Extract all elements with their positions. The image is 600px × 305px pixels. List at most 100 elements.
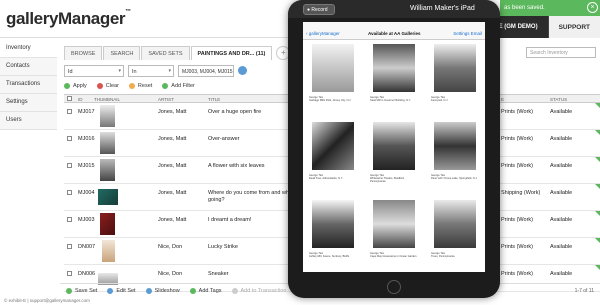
row-id: DN006 bbox=[78, 271, 96, 277]
artwork-card[interactable]: George Tice Whitestone Theatre, Bradford,… bbox=[364, 118, 424, 195]
record-button[interactable]: ● Record bbox=[303, 4, 335, 15]
artwork-thumbnail[interactable] bbox=[98, 189, 118, 205]
row-checkbox[interactable] bbox=[67, 217, 72, 222]
sidebar-item-transactions[interactable]: Transactions bbox=[0, 76, 57, 94]
slideshow-icon bbox=[145, 287, 152, 294]
row-type: Prints (Work) bbox=[501, 271, 533, 277]
app-logo[interactable]: galleryManager™ bbox=[6, 9, 131, 29]
artwork-card[interactable]: George Tice Farmyard, N.J. bbox=[425, 40, 485, 117]
add-to-transaction-button[interactable]: Add to Transaction bbox=[231, 287, 286, 294]
row-status: Available bbox=[550, 109, 573, 115]
artwork-caption: George Tice Steel Mill in Governor Buildi… bbox=[370, 96, 420, 102]
search-inventory-input[interactable]: Search Inventory bbox=[526, 47, 596, 58]
edit-set-label: Edit Set bbox=[116, 287, 136, 294]
tab-paintings-and-drawings[interactable]: PAINTINGS AND DR... (11) bbox=[190, 46, 273, 60]
artwork-card[interactable]: George Tice Dead Tree, Adirondacks, N.Y. bbox=[303, 118, 363, 195]
nav-settings-email[interactable]: Settings Email bbox=[453, 31, 482, 36]
artwork-title: Diner with T-bone Lake, Springfield, N.J… bbox=[431, 177, 478, 180]
check-icon bbox=[64, 83, 70, 89]
artwork-card[interactable]: George Tice Diner with T-bone Lake, Sprin… bbox=[425, 118, 485, 195]
artwork-thumbnail[interactable] bbox=[100, 132, 115, 154]
artwork-card[interactable]: George Tice Trees, Pennsylvania bbox=[425, 196, 485, 272]
sidebar-item-users[interactable]: Users bbox=[0, 112, 57, 130]
ios-nav-bar: ‹ galleryManager Available at AA Galleri… bbox=[303, 28, 485, 40]
logo-text: galleryManager bbox=[6, 9, 126, 28]
filter-operator-select[interactable]: In ▾ bbox=[128, 65, 174, 77]
chevron-down-icon: ▾ bbox=[118, 68, 121, 74]
artwork-caption: George Tice Ashley Mill, Keene, Sunbury, … bbox=[309, 252, 359, 258]
artwork-title: Farmyard, N.J. bbox=[431, 99, 449, 102]
col-artist[interactable]: ARTIST bbox=[158, 97, 174, 102]
pagination: 1-7 of 11 bbox=[574, 288, 594, 294]
record-label: Record bbox=[311, 7, 328, 13]
artwork-card[interactable]: George Tice Garbage Mills Park, Jersey Ci… bbox=[303, 40, 363, 117]
select-all-checkbox[interactable] bbox=[67, 96, 72, 101]
artwork-thumbnail[interactable] bbox=[100, 105, 115, 127]
col-id[interactable]: ID bbox=[78, 97, 83, 102]
reset-label: Reset bbox=[137, 83, 153, 89]
artwork-title: Steel Mill in Governor Building, N.Y. bbox=[370, 99, 411, 102]
artwork-photo bbox=[373, 44, 415, 92]
ipad-screen: ‹ galleryManager Available at AA Galleri… bbox=[303, 22, 485, 272]
artwork-title: Garbage Mills Park, Jersey City, N.J. bbox=[309, 99, 352, 102]
row-status: Available bbox=[550, 271, 573, 277]
artwork-thumbnail[interactable] bbox=[102, 240, 115, 262]
row-status: Available bbox=[550, 163, 573, 169]
artwork-card[interactable]: George Tice Ashley Mill, Keene, Sunbury, … bbox=[303, 196, 363, 272]
save-set-button[interactable]: Save Set bbox=[66, 287, 97, 294]
sidebar-item-inventory[interactable]: Inventory bbox=[0, 40, 57, 58]
artwork-thumbnail[interactable] bbox=[100, 213, 115, 235]
row-checkbox[interactable] bbox=[67, 136, 72, 141]
add-filter-button[interactable]: Add Filter bbox=[162, 81, 195, 91]
toast-close-icon[interactable]: × bbox=[587, 2, 598, 13]
row-checkbox[interactable] bbox=[67, 244, 72, 249]
sidebar-item-settings[interactable]: Settings bbox=[0, 94, 57, 112]
row-id: MJ015 bbox=[78, 163, 95, 169]
add-tags-button[interactable]: Add Tags bbox=[189, 287, 222, 294]
edit-icon bbox=[107, 287, 114, 294]
clear-button[interactable]: Clear bbox=[96, 81, 119, 91]
artwork-card[interactable]: George Tice Cape May Gravestone in Ocean … bbox=[364, 196, 424, 272]
row-type: Shipping (Work) bbox=[501, 190, 541, 196]
col-thumbnail[interactable]: THUMBNAIL bbox=[94, 97, 120, 102]
row-checkbox[interactable] bbox=[67, 271, 72, 276]
row-checkbox[interactable] bbox=[67, 109, 72, 114]
col-status[interactable]: STATUS bbox=[550, 97, 567, 102]
nav-back-label: galleryManager bbox=[308, 31, 340, 36]
row-checkbox[interactable] bbox=[67, 190, 72, 195]
artwork-caption: George Tice Diner with T-bone Lake, Sprin… bbox=[431, 174, 481, 180]
artwork-caption: George Tice Whitestone Theatre, Bradford,… bbox=[370, 174, 420, 183]
row-title: Where do you come from and whi bbox=[208, 190, 291, 196]
row-checkbox[interactable] bbox=[67, 163, 72, 168]
col-title[interactable]: TITLE bbox=[208, 97, 220, 102]
filter-go-icon[interactable] bbox=[238, 66, 247, 75]
artwork-caption: George Tice Farmyard, N.J. bbox=[431, 96, 481, 102]
tab-browse[interactable]: BROWSE bbox=[64, 46, 103, 60]
filter-value-input[interactable]: MJ003, MJ004, MJ015 bbox=[178, 65, 234, 77]
row-title: Over a huge open fire bbox=[208, 109, 262, 115]
apply-button[interactable]: Apply bbox=[64, 81, 87, 91]
filter-field-value: Id bbox=[68, 69, 73, 75]
nav-back-button[interactable]: ‹ galleryManager bbox=[306, 31, 340, 36]
tab-saved-sets[interactable]: SAVED SETS bbox=[141, 46, 190, 60]
tab-search[interactable]: SEARCH bbox=[103, 46, 141, 60]
edit-set-button[interactable]: Edit Set bbox=[107, 287, 136, 294]
filter-field-select[interactable]: Id ▾ bbox=[64, 65, 124, 77]
nav-title: Available at AA Galleries bbox=[368, 31, 421, 36]
status-flag-icon bbox=[595, 103, 600, 108]
support-tab[interactable]: SUPPORT bbox=[547, 16, 600, 38]
ipad-home-button[interactable] bbox=[387, 280, 401, 294]
col-type[interactable]: E bbox=[501, 97, 504, 102]
sidebar: Inventory Contacts Transactions Settings… bbox=[0, 40, 57, 130]
artwork-thumbnail[interactable] bbox=[100, 159, 115, 181]
row-title: Lucky Strike bbox=[208, 244, 238, 250]
slideshow-button[interactable]: Slideshow bbox=[145, 287, 180, 294]
artwork-photo bbox=[434, 200, 476, 248]
clear-icon bbox=[96, 83, 103, 89]
row-artist: Jones, Matt bbox=[158, 163, 187, 169]
row-type: Prints (Work) bbox=[501, 244, 533, 250]
artwork-caption: George Tice Dead Tree, Adirondacks, N.Y. bbox=[309, 174, 359, 180]
artwork-card[interactable]: George Tice Steel Mill in Governor Buildi… bbox=[364, 40, 424, 117]
sidebar-item-contacts[interactable]: Contacts bbox=[0, 58, 57, 76]
reset-button[interactable]: Reset bbox=[128, 81, 153, 91]
